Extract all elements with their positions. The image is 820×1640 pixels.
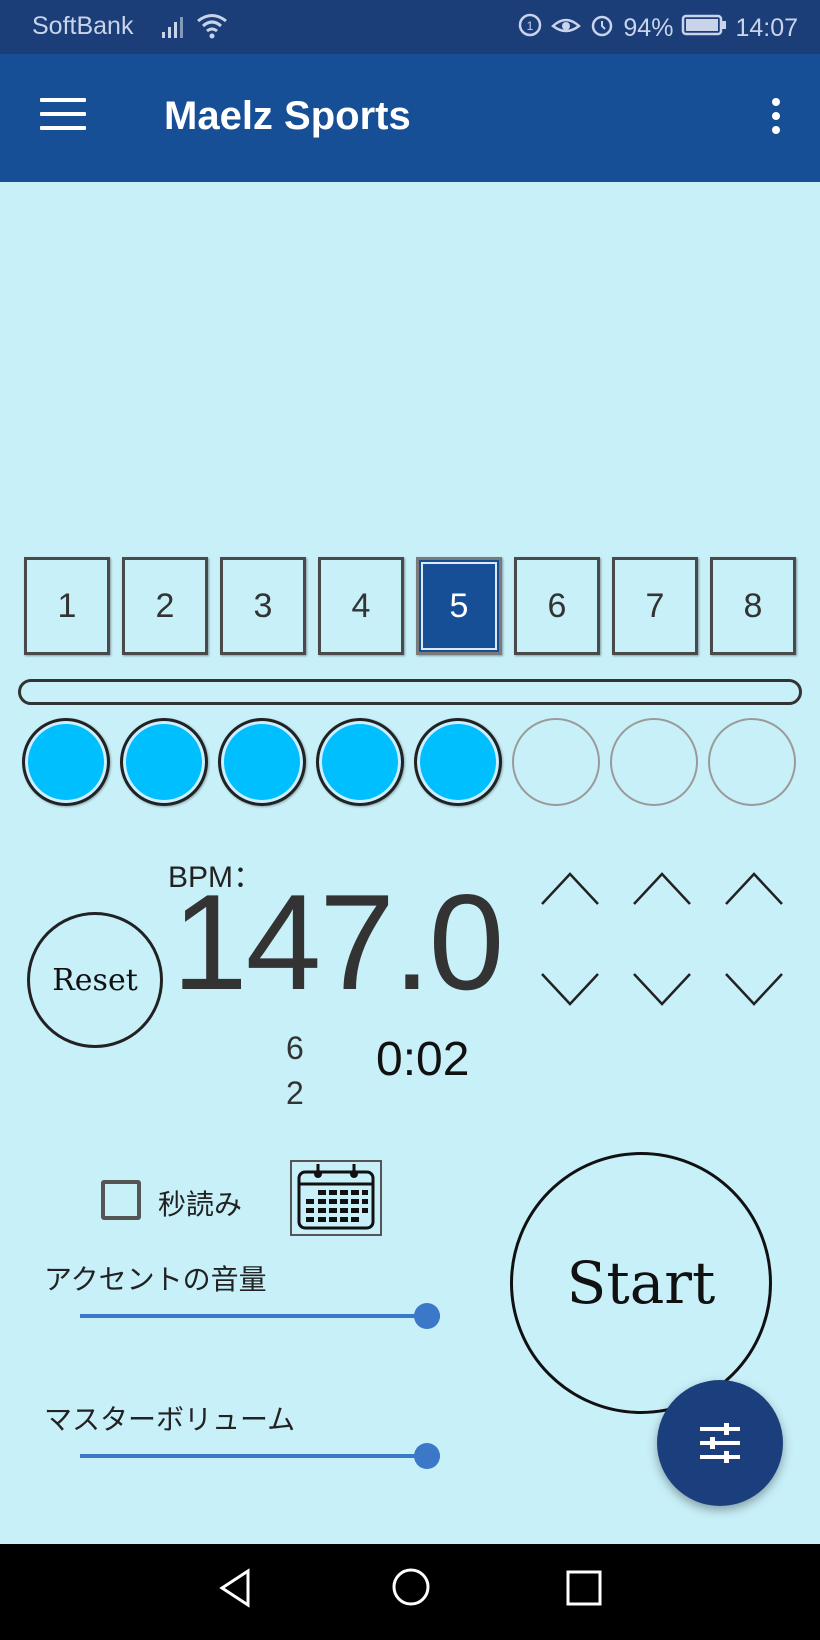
beat-box-4[interactable]: 4 xyxy=(318,557,404,655)
clock: 14:07 xyxy=(735,14,798,42)
system-nav-bar xyxy=(0,1544,820,1640)
beat-dot xyxy=(512,718,600,806)
slider-thumb[interactable] xyxy=(414,1303,440,1329)
beat-box-7[interactable]: 7 xyxy=(612,557,698,655)
svg-text:1: 1 xyxy=(527,19,534,33)
counter-bottom: 2 xyxy=(286,1075,304,1111)
decrease-ones-icon[interactable] xyxy=(630,970,694,1010)
alarm-icon xyxy=(589,12,615,45)
master-volume-label: マスターボリューム xyxy=(44,1403,296,1436)
accent-volume-slider[interactable] xyxy=(80,1302,440,1330)
beat-progress-bar xyxy=(18,679,802,705)
counter-top: 6 xyxy=(286,1030,304,1066)
beat-indicator-row xyxy=(22,718,802,808)
beat-selector: 12345678 xyxy=(24,557,798,657)
accent-volume-label: アクセントの音量 xyxy=(44,1263,267,1296)
status-bar: SoftBank 1 94% 14:07 xyxy=(0,0,820,54)
reset-button[interactable]: Reset xyxy=(27,912,163,1048)
data-saver-icon: 1 xyxy=(517,12,543,45)
slider-track xyxy=(80,1314,440,1318)
battery-icon xyxy=(681,13,727,44)
more-vert-icon[interactable] xyxy=(772,98,782,138)
hamburger-menu-icon[interactable] xyxy=(40,98,86,134)
beat-dot xyxy=(218,718,306,806)
status-right: 1 94% 14:07 xyxy=(517,12,798,45)
decrease-tenths-icon[interactable] xyxy=(722,970,786,1010)
beat-box-5[interactable]: 5 xyxy=(416,557,502,655)
signal-icon xyxy=(160,14,188,44)
beat-dot xyxy=(708,718,796,806)
beat-box-1[interactable]: 1 xyxy=(24,557,110,655)
recents-icon[interactable] xyxy=(566,1570,602,1606)
countdown-label[interactable]: 秒読み xyxy=(158,1183,242,1223)
decrease-tens-icon[interactable] xyxy=(538,970,602,1010)
wifi-icon xyxy=(196,12,228,44)
beat-dot xyxy=(610,718,698,806)
home-icon[interactable] xyxy=(390,1566,432,1608)
beat-box-2[interactable]: 2 xyxy=(122,557,208,655)
beat-dot xyxy=(414,718,502,806)
beat-box-3[interactable]: 3 xyxy=(220,557,306,655)
beat-dot xyxy=(22,718,110,806)
battery-percent: 94% xyxy=(623,14,674,42)
calendar-icon[interactable] xyxy=(290,1160,382,1236)
increase-ones-icon[interactable] xyxy=(630,868,694,908)
slider-track xyxy=(80,1454,440,1458)
increase-tens-icon[interactable] xyxy=(538,868,602,908)
app-bar: Maelz Sports xyxy=(0,54,820,182)
start-button[interactable]: Start xyxy=(510,1152,772,1414)
beat-box-8[interactable]: 8 xyxy=(710,557,796,655)
beat-dot xyxy=(120,718,208,806)
slider-thumb[interactable] xyxy=(414,1443,440,1469)
tune-icon[interactable] xyxy=(657,1380,783,1506)
beat-box-6[interactable]: 6 xyxy=(514,557,600,655)
bpm-value[interactable]: 147.0 xyxy=(172,867,504,1018)
back-icon[interactable] xyxy=(218,1568,252,1608)
eye-comfort-icon xyxy=(551,12,582,45)
app-title: Maelz Sports xyxy=(164,94,411,138)
increase-tenths-icon[interactable] xyxy=(722,868,786,908)
countdown-checkbox[interactable] xyxy=(101,1180,141,1220)
beat-dot xyxy=(316,718,404,806)
carrier-name: SoftBank xyxy=(32,12,134,40)
master-volume-slider[interactable] xyxy=(80,1442,440,1470)
elapsed-time: 0:02 xyxy=(376,1033,470,1086)
